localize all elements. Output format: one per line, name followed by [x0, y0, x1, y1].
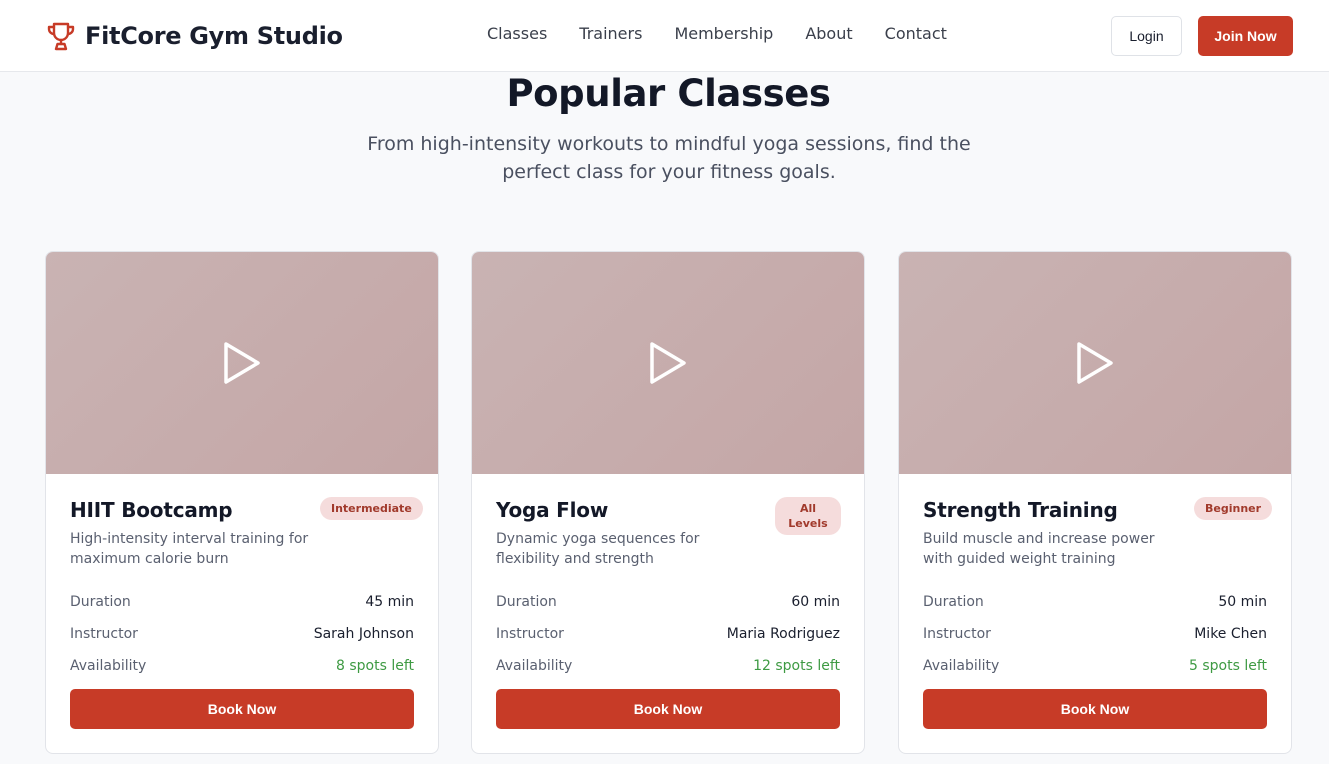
- join-now-button[interactable]: Join Now: [1198, 16, 1293, 56]
- section-title: Popular Classes: [506, 72, 831, 115]
- duration-row: Duration 50 min: [923, 594, 1267, 614]
- play-icon[interactable]: [222, 341, 262, 385]
- play-icon[interactable]: [1075, 341, 1115, 385]
- instructor-value: Maria Rodriguez: [726, 626, 840, 642]
- availability-label: Availability: [923, 658, 1000, 674]
- duration-row: Duration 45 min: [70, 594, 414, 614]
- availability-row: Availability 5 spots left: [923, 658, 1267, 678]
- instructor-value: Sarah Johnson: [313, 626, 414, 642]
- class-video-thumbnail[interactable]: [899, 252, 1291, 474]
- availability-row: Availability 12 spots left: [496, 658, 840, 678]
- level-badge: Beginner: [1194, 497, 1273, 520]
- class-video-thumbnail[interactable]: [46, 252, 438, 474]
- level-badge: All Levels: [775, 497, 841, 535]
- book-now-button[interactable]: Book Now: [923, 689, 1267, 729]
- instructor-label: Instructor: [496, 626, 564, 642]
- brand-name: FitCore Gym Studio: [85, 22, 343, 50]
- class-video-thumbnail[interactable]: [472, 252, 864, 474]
- trophy-icon: [47, 22, 75, 51]
- instructor-label: Instructor: [923, 626, 991, 642]
- nav-link-contact[interactable]: Contact: [885, 24, 947, 43]
- availability-row: Availability 8 spots left: [70, 658, 414, 678]
- main-nav: Classes Trainers Membership About Contac…: [487, 24, 947, 43]
- availability-value: 8 spots left: [335, 658, 414, 674]
- duration-row: Duration 60 min: [496, 594, 840, 614]
- class-title: Yoga Flow: [496, 498, 609, 522]
- duration-label: Duration: [923, 594, 984, 610]
- class-description: Build muscle and increase power with gui…: [923, 531, 1155, 567]
- availability-label: Availability: [496, 658, 573, 674]
- instructor-label: Instructor: [70, 626, 138, 642]
- duration-label: Duration: [496, 594, 557, 610]
- nav-link-classes[interactable]: Classes: [487, 24, 547, 43]
- duration-value: 50 min: [1218, 594, 1267, 610]
- brand-logo[interactable]: FitCore Gym Studio: [45, 18, 343, 54]
- section-subtitle: From high-intensity workouts to mindful …: [367, 133, 971, 183]
- class-description: High-intensity interval training for max…: [70, 531, 309, 567]
- class-card-yoga: Yoga Flow All Levels Dynamic yoga sequen…: [471, 251, 865, 754]
- class-description: Dynamic yoga sequences for flexibility a…: [496, 531, 700, 567]
- duration-value: 45 min: [365, 594, 414, 610]
- nav-link-about[interactable]: About: [805, 24, 852, 43]
- availability-value: 5 spots left: [1188, 658, 1267, 674]
- nav-link-trainers[interactable]: Trainers: [579, 24, 642, 43]
- nav-link-membership[interactable]: Membership: [674, 24, 773, 43]
- top-navbar: FitCore Gym Studio Classes Trainers Memb…: [0, 0, 1329, 72]
- class-title: HIIT Bootcamp: [70, 498, 233, 522]
- book-now-button[interactable]: Book Now: [496, 689, 840, 729]
- instructor-row: Instructor Maria Rodriguez: [496, 626, 840, 646]
- instructor-row: Instructor Sarah Johnson: [70, 626, 414, 646]
- class-title: Strength Training: [923, 498, 1118, 522]
- availability-value: 12 spots left: [753, 658, 840, 674]
- play-icon[interactable]: [648, 341, 688, 385]
- duration-label: Duration: [70, 594, 131, 610]
- instructor-value: Mike Chen: [1194, 626, 1267, 642]
- login-button[interactable]: Login: [1111, 16, 1182, 56]
- book-now-button[interactable]: Book Now: [70, 689, 414, 729]
- level-badge: Intermediate: [320, 497, 423, 520]
- instructor-row: Instructor Mike Chen: [923, 626, 1267, 646]
- duration-value: 60 min: [791, 594, 840, 610]
- availability-label: Availability: [70, 658, 147, 674]
- class-card-hiit: HIIT Bootcamp Intermediate High-intensit…: [45, 251, 439, 754]
- class-card-strength: Strength Training Beginner Build muscle …: [898, 251, 1292, 754]
